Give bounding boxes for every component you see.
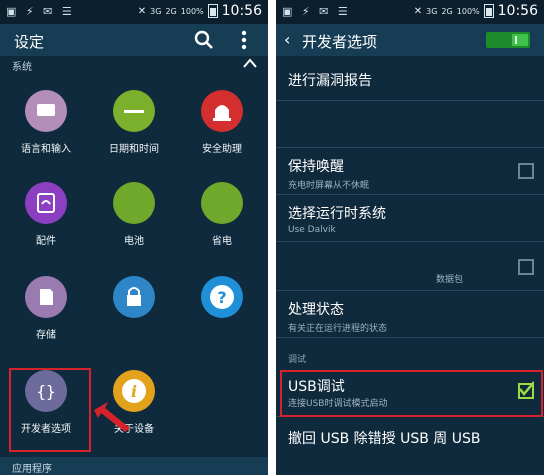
clock-icon [113,90,155,132]
tile-label: 日期和时间 [109,144,159,155]
sd-card-icon [25,276,67,318]
siren-icon [201,90,243,132]
battery-percent: 100% [180,6,204,16]
mute-icon: ✕ [413,5,423,17]
mute-icon: ✕ [137,5,147,17]
developer-options-toggle[interactable] [486,32,530,48]
row-blurred[interactable] [276,101,544,148]
tile-label: 语言和输入 [21,144,71,155]
network-3g-label: 3G [426,6,438,16]
stay-awake-checkbox[interactable] [518,163,534,179]
tile-label: 配件 [36,236,56,247]
right-screen: ▣ ⚡ ✉ ☰ ✕ 3G 2G 100% 10:56 ‹ 开发者选项 进行漏洞报… [276,0,544,475]
row-hci-log[interactable]: 数据包 [276,242,544,291]
tile-safety[interactable]: 安全助理 [178,72,266,164]
accessory-icon [25,182,67,224]
row-process-stats[interactable]: 处理状态 有关正在运行进程的状态 [276,291,544,338]
battery-icon [207,4,218,18]
row-title: 进行漏洞报告 [288,73,372,89]
leaf-icon [201,182,243,224]
battery-percent: 100% [456,6,480,16]
row-title: 撤回 USB 除错授 USB 周 USB [288,431,481,447]
pointer-arrow [94,402,130,432]
tile-label: 电池 [124,236,144,247]
row-subtitle: Use Dalvik [288,225,336,235]
tile-help[interactable]: ? [178,258,266,350]
tile-language[interactable]: 语言和输入 [2,72,90,164]
highlight-box [9,368,91,452]
row-subtitle: 数据包 [436,275,464,285]
section-header-applications[interactable]: 应用程序 [0,457,268,475]
battery-icon [113,182,155,224]
tile-battery[interactable]: 电池 [90,164,178,256]
tile-power-saving[interactable]: 省电 [178,164,266,256]
row-title: 保持唤醒 [288,159,344,175]
page-title: 设定 [14,33,45,51]
section-label: 应用程序 [12,464,52,475]
clock-time: 10:56 [497,3,538,19]
help-icon: ? [201,276,243,318]
notification-icons: ▣ ⚡ ✉ ☰ [282,5,351,18]
toggle-on-indicator [515,36,517,44]
tile-label: 安全助理 [202,144,242,155]
tile-accessory[interactable]: 配件 [2,164,90,256]
battery-icon [483,4,494,18]
overflow-menu-icon[interactable] [232,28,256,52]
app-bar: 设定 [0,24,268,56]
row-bug-report[interactable]: 进行漏洞报告 [276,58,544,101]
status-bar: ▣ ⚡ ✉ ☰ ✕ 3G 2G 100% 10:56 [276,0,544,24]
tile-datetime[interactable]: 日期和时间 [90,72,178,164]
tile-label: 存储 [36,330,56,341]
highlight-box [280,370,543,417]
section-header-system[interactable]: 系统 [0,56,268,73]
row-subtitle: 有关正在运行进程的状态 [288,324,388,334]
row-runtime[interactable]: 选择运行时系统 Use Dalvik [276,195,544,242]
clock-time: 10:56 [221,3,262,19]
row-title: 处理状态 [288,302,344,318]
app-bar: ‹ 开发者选项 [276,24,544,56]
keyboard-icon [25,90,67,132]
row-stay-awake[interactable]: 保持唤醒 充电时屏幕从不休眠 [276,148,544,195]
back-arrow-icon[interactable]: ‹ [284,30,290,49]
notification-icons: ▣ ⚡ ✉ ☰ [6,5,75,18]
tile-security[interactable] [90,258,178,350]
tile-label: 省电 [212,236,232,247]
hci-log-checkbox[interactable] [518,259,534,275]
chevron-up-icon[interactable] [242,56,258,73]
row-subtitle: 充电时屏幕从不休眠 [288,181,370,191]
status-bar: ▣ ⚡ ✉ ☰ ✕ 3G 2G 100% 10:56 [0,0,268,24]
section-label: 系统 [12,62,32,73]
network-3g-label: 3G [150,6,162,16]
svg-text:?: ? [217,288,226,307]
lock-icon [113,276,155,318]
search-icon[interactable] [192,28,216,52]
page-title[interactable]: 开发者选项 [302,31,377,52]
left-screen: ▣ ⚡ ✉ ☰ ✕ 3G 2G 100% 10:56 设定 系统 语言和输入 日… [0,0,268,475]
row-revoke-usb[interactable]: 撤回 USB 除错授 USB 周 USB [276,418,544,460]
network-2g-label: 2G [441,6,453,16]
row-title: 选择运行时系统 [288,206,386,222]
section-label-debugging: 调试 [288,355,307,365]
network-2g-label: 2G [165,6,177,16]
tile-storage[interactable]: 存储 [2,258,90,350]
